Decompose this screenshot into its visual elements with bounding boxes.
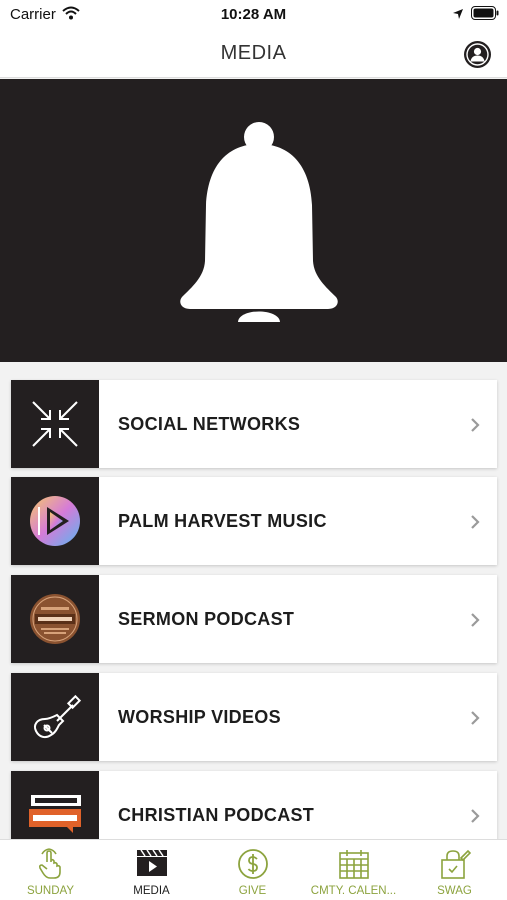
bag-icon (441, 849, 471, 879)
tab-sunday[interactable]: SUNDAY (0, 840, 101, 900)
menu-item-label: WORSHIP VIDEOS (118, 707, 281, 727)
guitar-icon (11, 673, 99, 761)
chevron-right-icon (470, 710, 480, 731)
social-arrows-icon (11, 380, 99, 468)
menu-item-label: CHRISTIAN PODCAST (118, 805, 315, 825)
tab-swag[interactable]: SWAG (404, 840, 505, 900)
hero-banner (0, 79, 507, 362)
chevron-right-icon (470, 612, 480, 633)
profile-icon[interactable] (463, 40, 492, 69)
tab-label: MEDIA (133, 885, 170, 897)
media-menu-list: SOCIAL NETWORKS PALM HARVEST MUSIC SERMO… (0, 362, 507, 839)
play-music-logo (11, 477, 99, 565)
status-time: 10:28 AM (220, 6, 287, 23)
tab-media[interactable]: MEDIA (101, 840, 202, 900)
menu-item-label: SERMON PODCAST (118, 609, 295, 629)
harvest-podcast-logo (11, 575, 99, 663)
menu-item-worship-videos[interactable]: WORSHIP VIDEOS (11, 673, 497, 761)
calendar-icon (339, 850, 369, 879)
chevron-right-icon (470, 808, 480, 829)
menu-item-label: PALM HARVEST MUSIC (118, 511, 327, 531)
location-arrow-icon (452, 7, 464, 25)
battery-icon (471, 6, 499, 25)
menu-item-christian-podcast[interactable]: CHRISTIAN PODCAST (11, 771, 497, 839)
tab-label: CMTY. CALEN... (310, 885, 397, 897)
tab-bar: SUNDAY MEDIA GIVE CMTY. CALEN... SWAG (0, 839, 507, 900)
bell-icon (180, 122, 338, 322)
chevron-right-icon (470, 417, 480, 438)
status-bar: Carrier 10:28 AM (0, 0, 507, 30)
page-title: MEDIA (220, 42, 287, 64)
menu-item-palm-harvest-music[interactable]: PALM HARVEST MUSIC (11, 477, 497, 565)
dollar-circle-icon (238, 849, 268, 879)
clapperboard-icon (137, 849, 167, 876)
tab-give[interactable]: GIVE (202, 840, 303, 900)
nav-bar: MEDIA (0, 30, 507, 78)
christian-podcast-logo (11, 771, 99, 839)
tab-community-calendar[interactable]: CMTY. CALEN... (303, 840, 404, 900)
tap-hand-icon (38, 848, 61, 879)
tab-label: SWAG (437, 885, 472, 897)
chevron-right-icon (470, 514, 480, 535)
menu-item-label: SOCIAL NETWORKS (118, 414, 301, 434)
tab-label: GIVE (238, 885, 267, 897)
menu-item-social-networks[interactable]: SOCIAL NETWORKS (11, 380, 497, 468)
tab-label: SUNDAY (26, 885, 75, 897)
menu-item-sermon-podcast[interactable]: SERMON PODCAST (11, 575, 497, 663)
